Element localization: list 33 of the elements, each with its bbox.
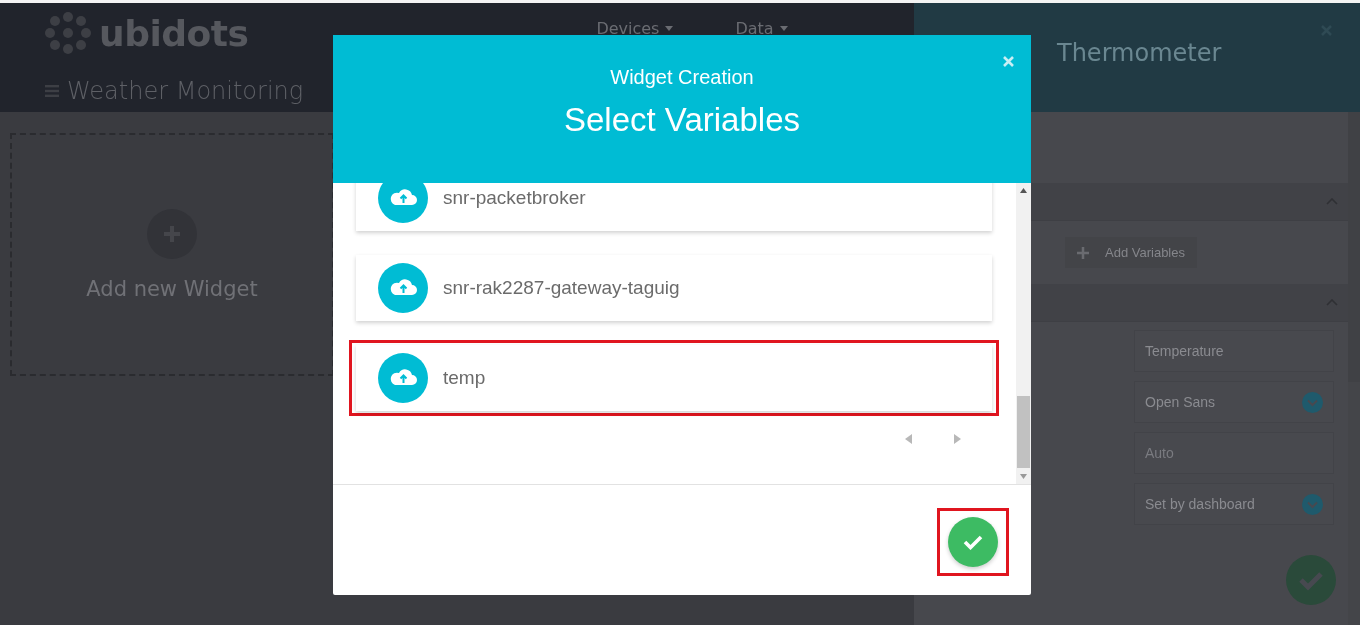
input-field[interactable]: Temperature: [1134, 330, 1334, 372]
cloud-upload-icon: [378, 353, 428, 403]
menu-icon[interactable]: [45, 85, 59, 97]
scroll-up-icon[interactable]: [1020, 188, 1027, 193]
caret-down-icon: [665, 26, 674, 31]
confirm-button[interactable]: [1286, 555, 1336, 605]
scrollbar-thumb[interactable]: [1348, 112, 1360, 382]
logo-icon: [45, 11, 91, 55]
chevron-down-icon[interactable]: [1302, 493, 1323, 515]
next-page-icon[interactable]: [954, 434, 961, 444]
nav-menu[interactable]: Devices: [596, 19, 674, 38]
add-variables-button[interactable]: Add Variables: [1065, 237, 1197, 268]
confirm-button[interactable]: [948, 517, 998, 567]
panel-title: Thermometer: [1057, 38, 1222, 67]
scroll-down-icon[interactable]: [1020, 474, 1027, 479]
plus-icon: [1077, 246, 1089, 259]
chevron-down-icon[interactable]: [1302, 391, 1323, 413]
cloud-upload-icon: [378, 263, 428, 313]
variable-item[interactable]: temp: [356, 345, 992, 411]
scrollbar-thumb[interactable]: [1017, 396, 1030, 468]
nav-menu[interactable]: Data: [735, 19, 788, 38]
modal-title: Select Variables: [564, 101, 800, 139]
caret-down-icon: [779, 26, 788, 31]
modal-subtitle: Widget Creation: [610, 66, 754, 89]
select-field[interactable]: Set by dashboard: [1134, 483, 1334, 525]
check-icon: [963, 534, 983, 550]
dashboard-title: Weather Monitoring: [67, 77, 304, 105]
variable-item[interactable]: snr-rak2287-gateway-taguig: [356, 255, 992, 321]
scrollbar[interactable]: [1348, 112, 1360, 625]
variable-item[interactable]: snr-packetbroker: [356, 183, 992, 231]
scrollbar[interactable]: [1016, 183, 1031, 484]
select-field[interactable]: Open Sans: [1134, 381, 1334, 423]
previous-page-icon[interactable]: [905, 434, 912, 444]
